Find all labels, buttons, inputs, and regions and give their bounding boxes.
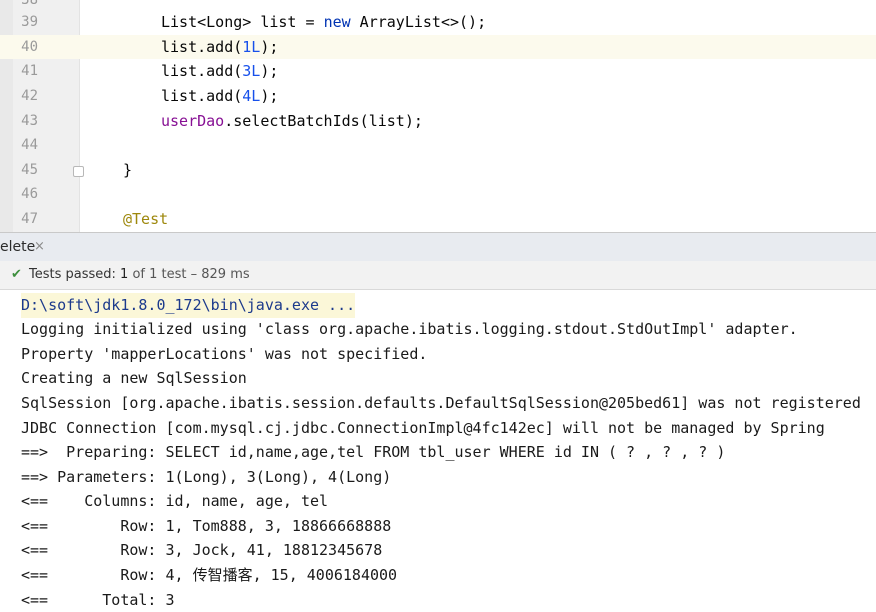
console-line: ==> Parameters: 1(Long), 3(Long), 4(Long… xyxy=(21,468,392,486)
line-number: 40 xyxy=(21,39,38,55)
line-number: 45 xyxy=(21,162,38,178)
console-line: Logging initialized using 'class org.apa… xyxy=(21,320,798,338)
code-line[interactable]: 46 xyxy=(0,182,876,206)
console-line: <== Row: 4, 传智播客, 15, 4006184000 xyxy=(21,566,398,584)
code-token: new xyxy=(323,13,351,31)
code-line[interactable]: 44 xyxy=(0,133,876,157)
console-line: <== Row: 1, Tom888, 3, 18866668888 xyxy=(21,517,392,535)
code-editor[interactable]: 38 39 List<Long> list = new ArrayList<>(… xyxy=(0,0,876,232)
code-token: 3L xyxy=(242,62,261,80)
console-line: Creating a new SqlSession xyxy=(21,369,247,387)
run-tab-bar: elete × xyxy=(0,232,876,262)
console-line[interactable]: D:\soft\jdk1.8.0_172\bin\java.exe ... xyxy=(21,293,356,318)
code-token: 1L xyxy=(242,38,261,56)
line-number: 43 xyxy=(21,113,38,129)
code-line[interactable]: 39 List<Long> list = new ArrayList<>(); xyxy=(0,10,876,34)
console-line: ==> Preparing: SELECT id,name,age,tel FR… xyxy=(21,443,726,461)
console-line: SqlSession [org.apache.ibatis.session.de… xyxy=(21,394,861,412)
code-token: 4L xyxy=(242,87,261,105)
test-status-bar: ✔ Tests passed: 1 of 1 test – 829 ms xyxy=(0,261,876,290)
console-line: <== Total: 3 xyxy=(21,591,175,609)
code-token: list.add( xyxy=(161,62,243,80)
code-token: ArrayList<>(); xyxy=(350,13,487,31)
line-number: 46 xyxy=(21,186,38,202)
code-line-current[interactable]: 40 list.add(1L); xyxy=(0,35,876,59)
fold-marker-icon[interactable] xyxy=(73,166,84,177)
close-icon[interactable]: × xyxy=(34,233,45,261)
code-text[interactable]: list.add(3L); xyxy=(161,59,278,83)
code-line[interactable]: 47 @Test xyxy=(0,207,876,231)
status-prefix: Tests passed: xyxy=(29,267,121,282)
code-line[interactable]: 43 userDao.selectBatchIds(list); xyxy=(0,109,876,133)
console-line: <== Row: 3, Jock, 41, 18812345678 xyxy=(21,541,383,559)
code-token: list.add( xyxy=(161,38,243,56)
line-number: 39 xyxy=(21,14,38,30)
console-line: JDBC Connection [com.mysql.cj.jdbc.Conne… xyxy=(21,419,825,437)
test-status-text: Tests passed: 1 of 1 test – 829 ms xyxy=(29,261,250,289)
check-icon: ✔ xyxy=(11,267,22,282)
line-number: 42 xyxy=(21,88,38,104)
code-token: List<Long> list = xyxy=(161,13,324,31)
line-number: 47 xyxy=(21,211,38,227)
code-token: ); xyxy=(260,62,279,80)
line-number: 41 xyxy=(21,63,38,79)
code-line[interactable]: 42 list.add(4L); xyxy=(0,84,876,108)
code-token: list.add( xyxy=(161,87,243,105)
code-text[interactable]: } xyxy=(123,158,132,182)
code-text[interactable]: List<Long> list = new ArrayList<>(); xyxy=(161,10,486,34)
line-number: 44 xyxy=(21,137,38,153)
code-token: ); xyxy=(260,38,279,56)
code-token: userDao xyxy=(161,112,225,130)
code-text[interactable]: @Test xyxy=(123,207,168,231)
code-text[interactable]: list.add(1L); xyxy=(161,35,278,59)
code-line[interactable]: 45 } xyxy=(0,158,876,182)
console-output[interactable]: D:\soft\jdk1.8.0_172\bin\java.exe ... Lo… xyxy=(0,290,876,612)
status-suffix: of 1 test – 829 ms xyxy=(128,267,250,282)
code-line[interactable]: 41 list.add(3L); xyxy=(0,59,876,83)
code-text[interactable]: userDao.selectBatchIds(list); xyxy=(161,109,423,133)
code-text[interactable]: list.add(4L); xyxy=(161,84,278,108)
console-line: Property 'mapperLocations' was not speci… xyxy=(21,345,428,363)
code-token: .selectBatchIds(list); xyxy=(224,112,423,130)
code-token: ); xyxy=(260,87,279,105)
console-line: <== Columns: id, name, age, tel xyxy=(21,492,329,510)
